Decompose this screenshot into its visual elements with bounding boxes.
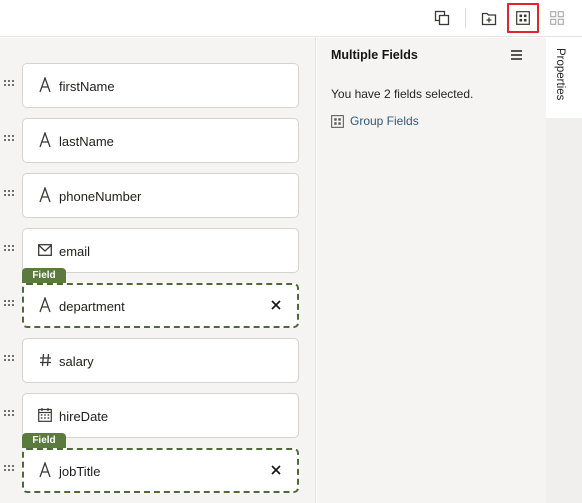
field-tag: Field bbox=[22, 433, 66, 448]
duplicate-button[interactable] bbox=[428, 5, 456, 31]
field-card-email[interactable]: email bbox=[22, 228, 299, 273]
drag-handle-icon[interactable] bbox=[4, 245, 16, 255]
text-type-icon bbox=[37, 131, 53, 149]
field-tag: Field bbox=[22, 268, 66, 283]
field-card-jobTitle[interactable]: jobTitle bbox=[22, 448, 299, 493]
group-fields-link[interactable]: Group Fields bbox=[331, 114, 419, 128]
field-row-salary: salary bbox=[0, 338, 316, 383]
drag-handle-icon[interactable] bbox=[4, 410, 16, 420]
field-row-email: email bbox=[0, 228, 316, 273]
form-canvas: firstName lastName phoneNumber email Fie… bbox=[0, 38, 316, 503]
close-icon[interactable] bbox=[269, 298, 283, 312]
properties-panel: Multiple Fields You have 2 fields select… bbox=[317, 38, 546, 503]
field-row-phoneNumber: phoneNumber bbox=[0, 173, 316, 218]
field-card-department[interactable]: department bbox=[22, 283, 299, 328]
top-toolbar bbox=[0, 0, 582, 37]
hamburger-menu-icon[interactable] bbox=[511, 50, 523, 60]
field-row-firstName: firstName bbox=[0, 63, 316, 108]
folder-add-icon bbox=[481, 12, 497, 26]
field-row-department: department bbox=[0, 283, 316, 328]
panel-title: Multiple Fields bbox=[331, 48, 418, 62]
close-icon[interactable] bbox=[269, 463, 283, 477]
field-row-hireDate: hireDate bbox=[0, 393, 316, 438]
field-label: firstName bbox=[59, 79, 115, 94]
field-card-hireDate[interactable]: hireDate bbox=[22, 393, 299, 438]
hash-icon bbox=[37, 351, 53, 369]
field-label: phoneNumber bbox=[59, 189, 142, 204]
tab-properties[interactable]: Properties bbox=[546, 38, 582, 118]
text-type-icon bbox=[37, 76, 53, 94]
ungroup-grid-icon bbox=[550, 11, 564, 25]
field-label: salary bbox=[59, 354, 94, 369]
field-card-lastName[interactable]: lastName bbox=[22, 118, 299, 163]
field-label: department bbox=[59, 299, 125, 314]
envelope-icon bbox=[37, 241, 53, 259]
field-card-firstName[interactable]: firstName bbox=[22, 63, 299, 108]
highlight-box bbox=[507, 3, 539, 33]
side-rail: Properties bbox=[546, 38, 582, 503]
field-card-salary[interactable]: salary bbox=[22, 338, 299, 383]
ungroup-fields-button[interactable] bbox=[543, 5, 571, 31]
text-type-icon bbox=[37, 186, 53, 204]
field-label: hireDate bbox=[59, 409, 109, 424]
drag-handle-icon[interactable] bbox=[4, 465, 16, 475]
drag-handle-icon[interactable] bbox=[4, 135, 16, 145]
drag-handle-icon[interactable] bbox=[4, 300, 16, 310]
field-label: lastName bbox=[59, 134, 114, 149]
toolbar-separator bbox=[465, 8, 466, 28]
field-label: jobTitle bbox=[59, 464, 101, 479]
drag-handle-icon[interactable] bbox=[4, 190, 16, 200]
field-row-jobTitle: jobTitle bbox=[0, 448, 316, 493]
text-type-icon bbox=[37, 296, 53, 314]
field-row-lastName: lastName bbox=[0, 118, 316, 163]
drag-handle-icon[interactable] bbox=[4, 355, 16, 365]
field-card-phoneNumber[interactable]: phoneNumber bbox=[22, 173, 299, 218]
copy-icon bbox=[434, 10, 450, 26]
add-to-group-button[interactable] bbox=[475, 5, 503, 31]
group-grid-icon bbox=[331, 114, 344, 128]
text-type-icon bbox=[37, 461, 53, 479]
group-fields-label: Group Fields bbox=[350, 114, 419, 128]
calendar-icon bbox=[37, 406, 53, 424]
drag-handle-icon[interactable] bbox=[4, 80, 16, 90]
selection-message: You have 2 fields selected. bbox=[331, 87, 474, 101]
tab-properties-label: Properties bbox=[554, 48, 566, 101]
field-label: email bbox=[59, 244, 91, 259]
